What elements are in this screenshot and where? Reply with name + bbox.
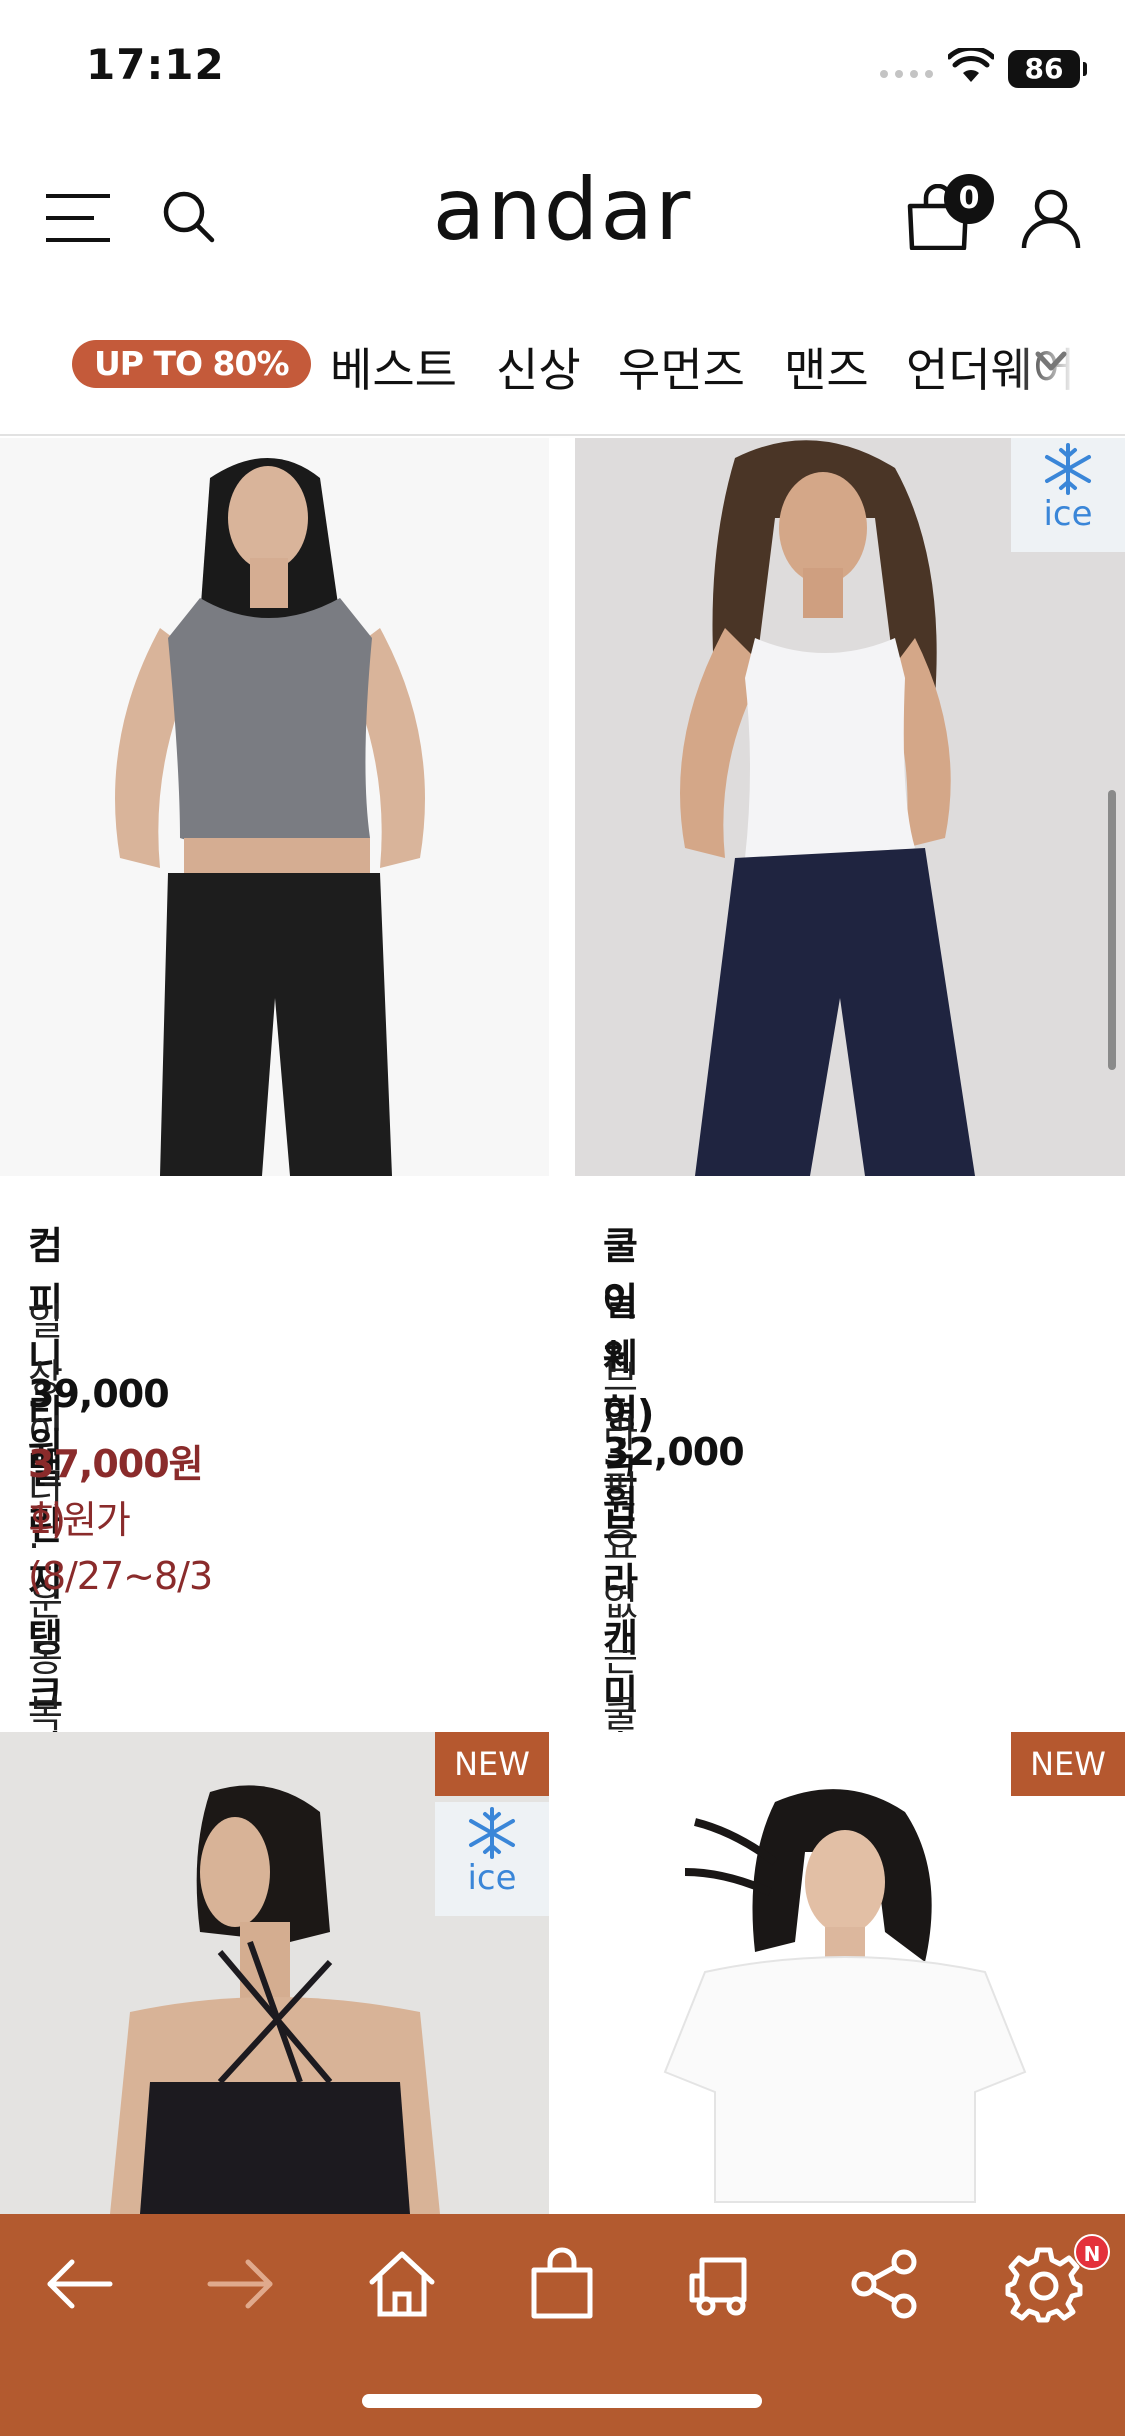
user-icon[interactable]: [1020, 188, 1082, 250]
ice-badge-label: ice: [1043, 494, 1093, 534]
bottom-toolbar: N: [0, 2214, 1125, 2436]
product-image[interactable]: [575, 1732, 1125, 2214]
settings-icon[interactable]: [1004, 2244, 1084, 2324]
category-nav: UP TO 80% 베스트 신상 우먼즈 맨즈 언더웨어: [0, 320, 1125, 436]
header: andar 0: [0, 140, 1125, 290]
product-image[interactable]: [0, 438, 549, 1176]
home-icon[interactable]: [362, 2244, 442, 2324]
cellular-signal-icon: [880, 70, 933, 78]
status-time: 17:12: [86, 40, 225, 89]
forward-arrow-icon[interactable]: [200, 2244, 280, 2324]
snowflake-icon: [469, 1807, 515, 1859]
new-badge: NEW: [1011, 1732, 1125, 1796]
new-badge: NEW: [435, 1732, 549, 1796]
status-bar: 17:12 86: [0, 0, 1125, 140]
back-arrow-icon[interactable]: [40, 2244, 120, 2324]
member-price-value: 37,000원: [28, 1442, 204, 1486]
product-price: 32,000원: [603, 1430, 745, 1527]
battery-indicator: 86: [1008, 50, 1087, 88]
ice-badge: ice: [1011, 438, 1125, 552]
delivery-truck-icon[interactable]: [684, 2244, 764, 2324]
shopping-bag-icon[interactable]: [522, 2244, 602, 2324]
category-tab-men[interactable]: 맨즈: [784, 334, 869, 400]
chevron-down-icon[interactable]: [1034, 350, 1068, 374]
snowflake-icon: [1045, 443, 1091, 495]
nav-fade: [1015, 320, 1125, 434]
scrollbar-thumb[interactable]: [1108, 790, 1116, 1070]
category-tab-women[interactable]: 우먼즈: [618, 334, 745, 400]
wifi-icon: [948, 48, 994, 82]
ice-badge-label: ice: [467, 1858, 517, 1898]
notification-badge: N: [1074, 2234, 1110, 2270]
ice-badge: ice: [435, 1802, 549, 1916]
cart-count-badge: 0: [944, 174, 994, 224]
home-indicator[interactable]: [362, 2394, 762, 2408]
member-price-note-continued: 1): [28, 1498, 66, 1542]
category-tab-best[interactable]: 베스트: [330, 334, 457, 400]
category-tab-new[interactable]: 신상: [496, 334, 581, 400]
sale-tab[interactable]: UP TO 80%: [72, 340, 311, 388]
share-icon[interactable]: [844, 2244, 924, 2324]
